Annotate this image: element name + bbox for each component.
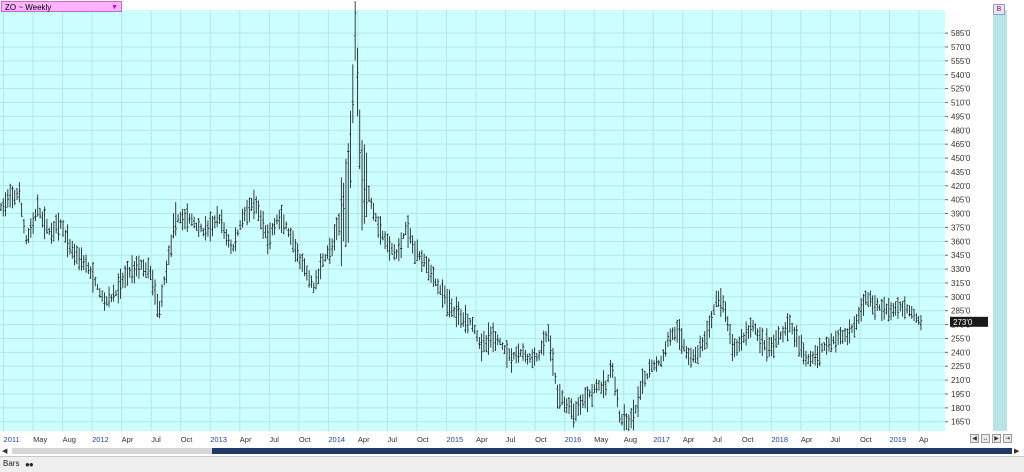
symbol-label: ZO ~ Weekly — [5, 3, 52, 12]
x-tick-label: 2011 — [4, 435, 20, 444]
x-tick-label: 2012 — [92, 435, 109, 444]
y-tick-label: 420'0 — [951, 182, 971, 191]
tab-bars[interactable]: Bars — [3, 459, 19, 468]
scroll-left-arrow-icon[interactable]: ◀ — [2, 447, 7, 455]
y-tick-label: 255'0 — [951, 334, 971, 343]
y-tick-label: 465'0 — [951, 140, 971, 149]
x-tick-label: May — [33, 435, 47, 444]
reset-view-button[interactable]: ⇥ — [1003, 434, 1012, 443]
time-scrollbar[interactable] — [12, 448, 1012, 454]
x-tick-label: 2013 — [210, 435, 227, 444]
y-tick-label: 165'0 — [951, 418, 971, 427]
y-tick-label: 195'0 — [951, 390, 971, 399]
y-tick-label: 450'0 — [951, 154, 971, 163]
x-tick-label: Oct — [417, 435, 430, 444]
x-tick-label: Ap — [919, 435, 928, 444]
x-tick-label: Jul — [712, 435, 722, 444]
y-tick-label: 510'0 — [951, 99, 971, 108]
x-tick-label: 2018 — [771, 435, 788, 444]
x-tick-label: Apr — [122, 435, 134, 444]
y-tick-label: 315'0 — [951, 279, 971, 288]
x-tick-label: Aug — [624, 435, 637, 444]
scroll-right-arrow-icon[interactable]: ▶ — [1014, 447, 1019, 455]
x-tick-label: Apr — [240, 435, 252, 444]
x-tick-label: Jul — [387, 435, 397, 444]
status-bar: Bars ●● — [0, 456, 1024, 472]
y-tick-label: 180'0 — [951, 404, 971, 413]
x-tick-label: Oct — [299, 435, 312, 444]
x-tick-label: May — [594, 435, 608, 444]
symbol-selector[interactable]: ZO ~ Weekly ▼ — [1, 1, 122, 12]
y-tick-label: 585'0 — [951, 29, 971, 38]
last-price-marker: 273'0 — [950, 316, 988, 327]
y-tick-label: 300'0 — [951, 293, 971, 302]
y-tick-label: 345'0 — [951, 251, 971, 260]
scroll-right-button[interactable]: ▶ — [992, 434, 1001, 443]
x-tick-label: Jul — [269, 435, 279, 444]
x-tick-label: Oct — [181, 435, 194, 444]
plot-background — [0, 10, 945, 431]
y-tick-label: 210'0 — [951, 376, 971, 385]
y-tick-label: 240'0 — [951, 348, 971, 357]
x-tick-label: Apr — [358, 435, 370, 444]
x-tick-label: Oct — [860, 435, 873, 444]
price-axis-strip — [993, 10, 1007, 431]
x-tick-label: 2014 — [328, 435, 345, 444]
y-tick-label: 435'0 — [951, 168, 971, 177]
y-tick-label: 555'0 — [951, 57, 971, 66]
x-tick-label: 2019 — [889, 435, 906, 444]
x-tick-label: Jul — [506, 435, 516, 444]
y-tick-label: 360'0 — [951, 237, 971, 246]
zoom-button[interactable]: ↔ — [981, 434, 990, 443]
y-tick-label: 405'0 — [951, 196, 971, 205]
price-chart[interactable]: 165'0180'0195'0210'0225'0240'0255'0270'0… — [0, 0, 1024, 471]
chart-badge-icon[interactable]: B — [993, 4, 1005, 15]
x-tick-label: 2015 — [447, 435, 464, 444]
x-tick-label: Aug — [63, 435, 76, 444]
y-tick-label: 570'0 — [951, 43, 971, 52]
y-tick-label: 225'0 — [951, 362, 971, 371]
y-tick-label: 540'0 — [951, 71, 971, 80]
y-tick-label: 495'0 — [951, 112, 971, 121]
chart-window: 165'0180'0195'0210'0225'0240'0255'0270'0… — [0, 0, 1024, 472]
scrollbar-thumb[interactable] — [212, 448, 1012, 454]
x-tick-label: 2016 — [565, 435, 582, 444]
x-tick-label: 2017 — [653, 435, 670, 444]
x-tick-label: Apr — [801, 435, 813, 444]
x-tick-label: Jul — [151, 435, 161, 444]
x-tick-label: Oct — [742, 435, 755, 444]
y-tick-label: 330'0 — [951, 265, 971, 274]
y-tick-label: 390'0 — [951, 210, 971, 219]
y-tick-label: 480'0 — [951, 126, 971, 135]
scroll-left-button[interactable]: ◀ — [970, 434, 979, 443]
y-tick-label: 375'0 — [951, 223, 971, 232]
x-tick-label: Apr — [683, 435, 695, 444]
y-tick-label: 525'0 — [951, 85, 971, 94]
last-price-label: 273'0 — [953, 318, 973, 327]
x-tick-label: Apr — [476, 435, 488, 444]
navigation-dots-icon[interactable]: ●● — [25, 460, 34, 469]
x-tick-label: Jul — [830, 435, 840, 444]
chevron-down-icon[interactable]: ▼ — [111, 2, 118, 13]
x-tick-label: Oct — [535, 435, 548, 444]
y-tick-label: 285'0 — [951, 307, 971, 316]
